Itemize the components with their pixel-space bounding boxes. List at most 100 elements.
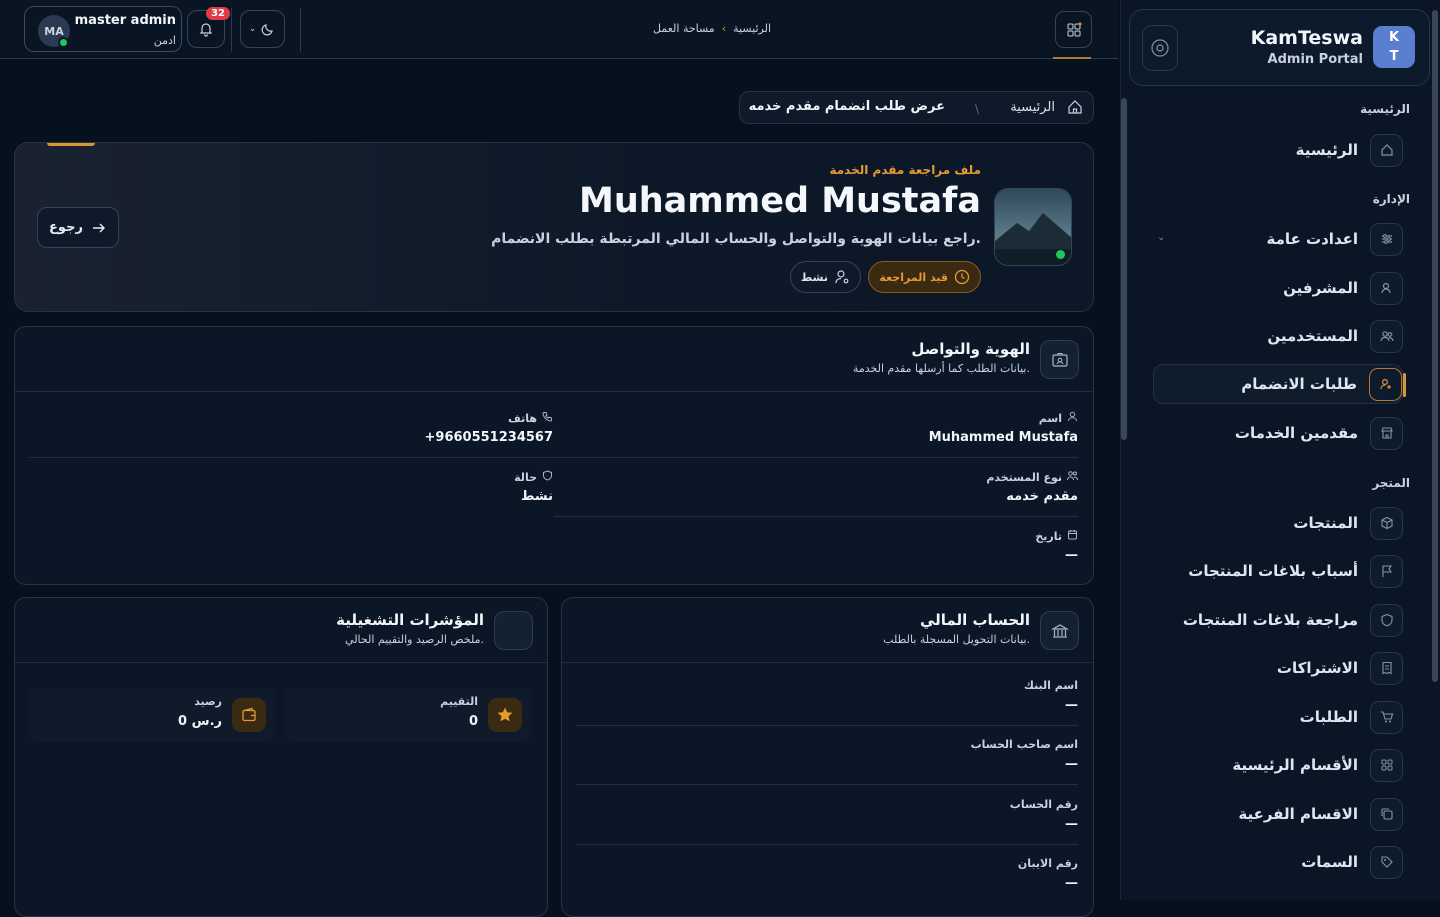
grid-icon	[1067, 22, 1081, 36]
hero-kicker: ملف مراجعة مقدم الخدمة	[829, 163, 981, 177]
field-account-holder: اسم صاحب الحساب —	[576, 726, 1078, 785]
chevron-down-icon: ⌄	[1157, 232, 1166, 243]
back-button[interactable]: رجوع	[37, 207, 119, 248]
moon-icon	[261, 24, 274, 36]
user-plus-icon	[1369, 367, 1402, 401]
divider	[231, 8, 232, 52]
sidebar-item-settings[interactable]: ⌄ اعدادت عامة	[1153, 219, 1403, 259]
users-icon	[1370, 319, 1403, 353]
identity-card-header: الهوية والتواصل بيانات الطلب كما أرسلها …	[15, 327, 1093, 392]
chart-icon	[494, 611, 533, 650]
identity-subtitle: بيانات الطلب كما أرسلها مقدم الخدمة.	[852, 362, 1030, 375]
breadcrumb-current: عرض طلب انضمام مقدم خدمه	[748, 99, 945, 114]
sliders-icon	[1370, 222, 1403, 256]
provider-photo	[994, 188, 1072, 266]
sidebar-item-products[interactable]: المنتجات	[1153, 503, 1403, 543]
status-badge-active: نشط	[789, 261, 861, 293]
sidebar-item-main-categories[interactable]: الأقسام الرئيسية	[1153, 745, 1403, 785]
sidebar-item-subscriptions[interactable]: الاشتراكات	[1153, 648, 1403, 688]
sidebar-scrollbar[interactable]	[1432, 10, 1438, 682]
finance-card: الحساب المالي بيانات التحويل المسجلة بال…	[561, 597, 1094, 917]
identity-title: الهوية والتواصل	[911, 340, 1030, 358]
provider-hero-card: ملف مراجعة مقدم الخدمة Muhammed Mustafa …	[14, 142, 1094, 312]
finance-subtitle: بيانات التحويل المسجلة بالطلب.	[883, 633, 1030, 646]
star-icon	[488, 698, 522, 732]
top-breadcrumb: مساحة العمل ‹ الرئيسية	[653, 22, 771, 35]
sidebar-item-join-requests[interactable]: طلبات الانضمام	[1153, 364, 1406, 404]
user-gear-icon	[835, 270, 849, 284]
sidebar-item-sub-categories[interactable]: الاقسام الفرعية	[1153, 794, 1403, 834]
user-menu[interactable]: MA master admin ادمن	[24, 6, 182, 52]
field-phone: هاتف +9660551234567	[29, 399, 553, 458]
section-admin-label: الإدارة	[1372, 192, 1410, 206]
sidebar-item-attributes[interactable]: السمات	[1153, 842, 1403, 882]
hero-description: راجع بيانات الهوية والتواصل والحساب الما…	[491, 231, 981, 247]
brand-card: KT KamTeswa Admin Portal	[1129, 9, 1430, 86]
identity-card: الهوية والتواصل بيانات الطلب كما أرسلها …	[14, 326, 1094, 585]
field-name: اسم Muhammed Mustafa	[554, 399, 1078, 458]
brand-logo: KT	[1373, 26, 1415, 68]
home-icon[interactable]	[1067, 99, 1083, 119]
shield-icon	[542, 470, 553, 484]
section-home-label: الرئيسية	[1360, 102, 1410, 116]
user-role: ادمن	[153, 34, 176, 47]
home-icon	[1370, 133, 1403, 167]
field-iban: رقم الايبان —	[1017, 857, 1078, 891]
content-scrollbar[interactable]	[1121, 98, 1127, 440]
sidebar-toggle-button[interactable]	[1142, 25, 1178, 71]
chevron-left-icon: ‹	[721, 22, 727, 35]
users-icon	[1067, 470, 1078, 484]
kpi-card: المؤشرات التشغيلية ملخص الرصيد والتقييم …	[14, 597, 548, 917]
calendar-icon	[1067, 529, 1078, 543]
provider-name: Muhammed Mustafa	[579, 181, 981, 221]
crumb-workspace[interactable]: مساحة العمل	[653, 22, 715, 35]
brand-title: KamTeswa	[1250, 27, 1363, 49]
chevron-down-icon: ⌄	[248, 24, 257, 34]
store-icon	[1370, 416, 1403, 450]
sidebar-item-report-reasons[interactable]: أسباب بلاغات المنتجات	[1153, 551, 1403, 591]
field-status: حالة نشط	[514, 470, 553, 504]
breadcrumb-separator: \	[974, 102, 979, 116]
online-indicator	[58, 37, 69, 48]
clock-icon	[954, 269, 970, 285]
field-user-type: نوع المستخدم مقدم خدمه	[554, 458, 1078, 517]
sidebar-item-providers[interactable]: مقدمين الخدمات	[1153, 413, 1403, 453]
kpi-title: المؤشرات التشغيلية	[336, 611, 484, 629]
grid-icon	[1370, 748, 1403, 782]
active-tab-indicator	[1053, 57, 1091, 59]
balance-stat: رصيد 0 ر.س	[28, 688, 276, 742]
id-card-icon	[1040, 340, 1079, 379]
topbar: MA master admin ادمن 32 ⌄ مساحة العمل ‹ …	[0, 0, 1118, 59]
wallet-icon	[232, 698, 266, 732]
notification-badge: 32	[206, 7, 230, 20]
breadcrumb: الرئيسية \ عرض طلب انضمام مقدم خدمه	[739, 91, 1094, 124]
user-shield-icon	[1370, 271, 1403, 305]
status-badge-review: قيد المراجعة	[868, 261, 981, 293]
breadcrumb-home[interactable]: الرئيسية	[1010, 100, 1055, 115]
sidebar-item-report-review[interactable]: مراجعة بلاغات المنتجات	[1153, 600, 1403, 640]
kpi-subtitle: ملخص الرصيد والتقييم الحالي.	[345, 633, 484, 646]
target-icon	[1151, 39, 1169, 57]
sidebar: KT KamTeswa Admin Portal الرئيسية الرئيس…	[1120, 0, 1440, 900]
sidebar-item-users[interactable]: المستخدمين	[1153, 316, 1403, 356]
apps-grid-button[interactable]	[1055, 11, 1092, 48]
online-indicator	[1056, 250, 1065, 259]
sidebar-item-orders[interactable]: الطلبات	[1153, 697, 1403, 737]
brand-subtitle: Admin Portal	[1267, 52, 1363, 67]
copy-icon	[1370, 797, 1403, 831]
receipt-icon	[1370, 651, 1403, 685]
bank-icon	[1040, 611, 1079, 650]
user-icon	[1067, 411, 1078, 425]
crumb-home[interactable]: الرئيسية	[733, 22, 771, 35]
accent-bar	[47, 143, 95, 146]
theme-toggle-button[interactable]: ⌄	[240, 10, 285, 48]
field-date: تاريخ —	[1035, 529, 1078, 564]
phone-icon	[542, 411, 553, 425]
user-name: master admin	[74, 13, 176, 28]
sidebar-item-admins[interactable]: المشرفين	[1153, 268, 1403, 308]
kpi-card-header: المؤشرات التشغيلية ملخص الرصيد والتقييم …	[15, 598, 547, 663]
sidebar-item-home[interactable]: الرئيسية	[1153, 130, 1403, 170]
flag-icon	[1370, 554, 1403, 588]
tag-icon	[1370, 845, 1403, 879]
notifications-button[interactable]: 32	[187, 7, 230, 48]
